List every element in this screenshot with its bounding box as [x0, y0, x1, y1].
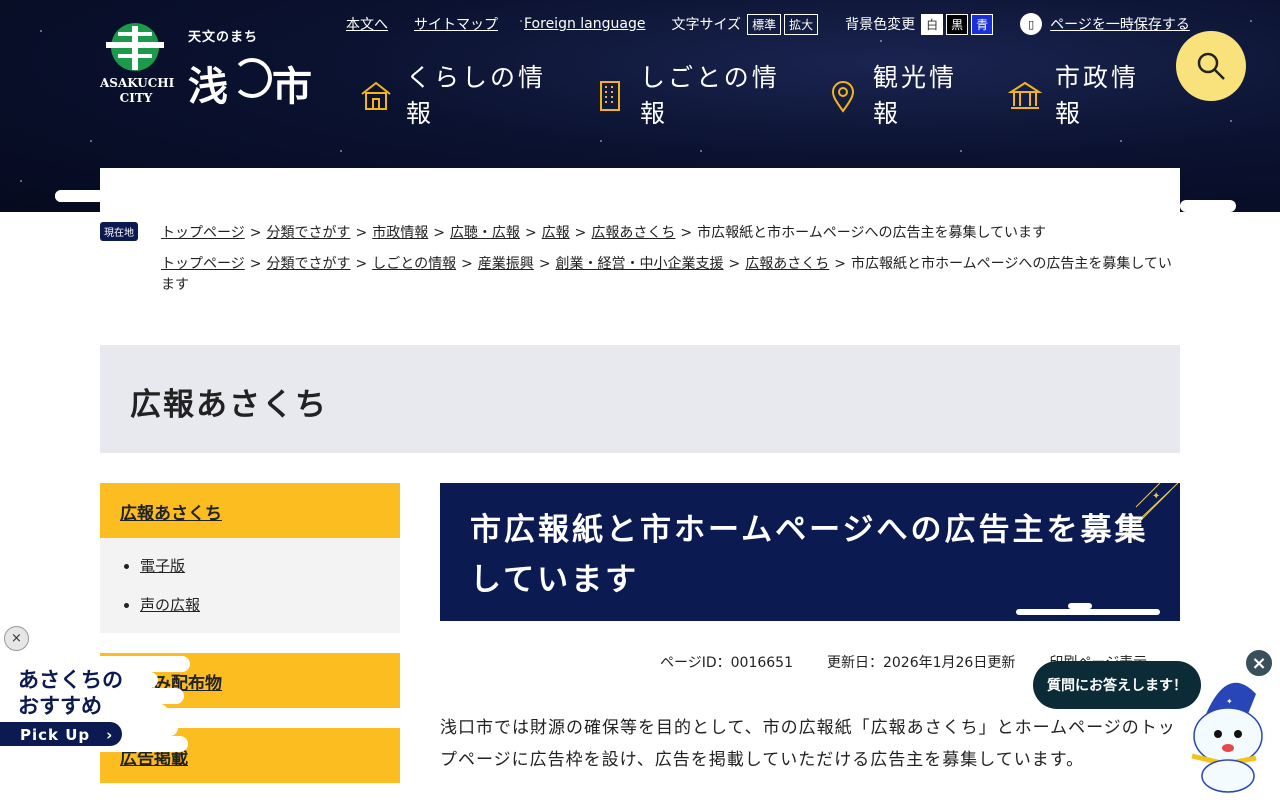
- side-nav-list: 電子版 声の広報: [100, 538, 400, 633]
- side-link-e-book[interactable]: 電子版: [140, 557, 185, 575]
- crumb-link[interactable]: 広報あさくち: [591, 225, 675, 241]
- font-size-label: 文字サイズ: [671, 17, 742, 33]
- updated-date: 更新日：2026年1月26日更新: [826, 655, 1016, 671]
- utility-bar: 本文へ サイトマップ Foreign language 文字サイズ 標準 拡大 …: [346, 12, 1190, 36]
- map-pin-icon: [831, 81, 855, 113]
- article-title: 市広報紙と市ホームページへの広告主を募集しています: [470, 512, 1149, 598]
- crumb-sep: >: [249, 256, 262, 272]
- crumb-link[interactable]: しごとの情報: [372, 256, 456, 272]
- moon-icon: [232, 58, 272, 98]
- crumb-sep: >: [249, 225, 262, 241]
- crumb-sep: >: [433, 225, 445, 241]
- city-emblem-icon: [106, 23, 164, 71]
- global-nav: くらしの情報 しごとの情報 観光情報 市政情報: [358, 60, 1167, 132]
- gnav-work[interactable]: しごとの情報: [592, 60, 825, 132]
- foreign-language-link[interactable]: Foreign language: [524, 16, 645, 32]
- sitemap-link[interactable]: サイトマップ: [414, 14, 498, 34]
- crumb-link[interactable]: 市政情報: [372, 225, 428, 241]
- crumb-sep: >: [538, 256, 551, 272]
- crumb-link[interactable]: 分類でさがす: [266, 225, 350, 241]
- font-size-large-button[interactable]: 拡大: [784, 13, 819, 35]
- crumb-sep: >: [574, 225, 587, 241]
- logo-english: ASAKUCHI CITY: [100, 76, 175, 106]
- search-button[interactable]: [1176, 31, 1246, 101]
- font-size-standard-button[interactable]: 標準: [747, 13, 782, 35]
- cloud-decoration: [1068, 603, 1092, 609]
- crumb-current: 市広報紙と市ホームページへの広告主を募集しています: [697, 225, 1047, 241]
- search-icon: [1197, 52, 1225, 80]
- bg-blue-button[interactable]: 青: [971, 13, 994, 35]
- crumb-link[interactable]: トップページ: [161, 225, 245, 241]
- breadcrumb-2: トップページ > 分類でさがす > しごとの情報 > 産業振興 > 創業・経営・中小企業支援 > 広…: [161, 254, 1181, 296]
- site-logo[interactable]: ASAKUCHI CITY 天文のまち 浅 市: [100, 20, 330, 110]
- cloud-decoration: [1180, 200, 1236, 212]
- city-hall-icon: [1007, 81, 1043, 109]
- skip-link[interactable]: 本文へ: [346, 14, 388, 34]
- bg-white-button[interactable]: 白: [921, 13, 944, 35]
- gnav-work-label: しごとの情報: [640, 63, 780, 128]
- svg-text:✦: ✦: [1226, 697, 1233, 706]
- gnav-city-admin[interactable]: 市政情報: [1007, 60, 1167, 132]
- article-title-box: ✦ ✦ 市広報紙と市ホームページへの広告主を募集しています: [440, 483, 1180, 621]
- list-item: 声の広報: [140, 595, 400, 615]
- crumb-sep: >: [461, 256, 473, 272]
- gnav-city-admin-label: 市政情報: [1055, 63, 1140, 128]
- crumb-sep: >: [355, 225, 368, 241]
- chatbot-bubble[interactable]: 質問にお答えします！: [1033, 661, 1201, 709]
- page-id: ページID：0016651: [660, 655, 793, 671]
- side-link-voice[interactable]: 声の広報: [140, 596, 200, 614]
- crumb-sep: >: [355, 256, 368, 272]
- crumb-link[interactable]: トップページ: [161, 256, 245, 272]
- cloud-decoration: [1016, 609, 1160, 615]
- side-nav-head: 広報あさくち: [100, 483, 400, 538]
- pickup-button[interactable]: Pick Up ›: [0, 722, 122, 746]
- bg-black-button[interactable]: 黒: [946, 13, 969, 35]
- gnav-tourism-label: 観光情報: [873, 63, 958, 128]
- chatbot-mascot-icon[interactable]: ✦: [1186, 674, 1270, 794]
- building-icon: [600, 81, 620, 111]
- category-title-band: 広報あさくち: [100, 345, 1180, 453]
- crumb-link[interactable]: 創業・経営・中小企業支援: [556, 256, 724, 272]
- crumb-link[interactable]: 産業振興: [478, 256, 534, 272]
- font-size-control: 文字サイズ 標準 拡大: [671, 13, 821, 35]
- save-page[interactable]: ▯ ページを一時保存する: [1020, 13, 1190, 35]
- save-page-link[interactable]: ページを一時保存する: [1050, 14, 1190, 34]
- crumb-link[interactable]: 広報: [542, 225, 570, 241]
- current-location-badge: 現在地: [100, 222, 138, 241]
- crumb-sep: >: [680, 225, 693, 241]
- crumb-link[interactable]: 分類でさがす: [266, 256, 350, 272]
- gnav-tourism[interactable]: 観光情報: [825, 60, 1007, 132]
- svg-text:✦: ✦: [1152, 491, 1160, 502]
- pickup-title-line2: おすすめ: [18, 694, 102, 718]
- bg-color-label: 背景色変更: [845, 17, 916, 33]
- crumb-sep: >: [524, 225, 537, 241]
- crumb-link[interactable]: 広聴・広報: [450, 225, 520, 241]
- content-top-edge: [100, 168, 1180, 212]
- category-title: 広報あさくち: [130, 387, 328, 423]
- pickup-close-button[interactable]: ×: [4, 626, 29, 651]
- crumb-sep: >: [834, 256, 847, 272]
- gnav-living[interactable]: くらしの情報: [358, 60, 592, 132]
- folder-icon: ▯: [1020, 13, 1043, 35]
- logo-en-line1: ASAKUCHI: [100, 76, 175, 90]
- list-item: 電子版: [140, 556, 400, 576]
- gnav-living-label: くらしの情報: [406, 63, 547, 128]
- bg-color-control: 背景色変更 白 黒 青: [845, 13, 996, 35]
- crumb-sep: >: [728, 256, 741, 272]
- cloud-decoration: [55, 190, 165, 202]
- pickup-banner[interactable]: あさくちの おすすめ Pick Up ›: [0, 656, 190, 756]
- side-nav-head-link[interactable]: 広報あさくち: [120, 504, 222, 524]
- logo-en-line2: CITY: [119, 91, 153, 105]
- logo-tagline: 天文のまち: [188, 30, 259, 45]
- breadcrumb-1: トップページ > 分類でさがす > 市政情報 > 広聴・広報 > 広報 > 広報あさくち > 市広報紙と…: [161, 223, 1181, 244]
- article-body: 浅口市では財源の確保等を目的として、市の広報紙「広報あさくち」とホームページのト…: [440, 718, 1176, 770]
- crumb-link[interactable]: 広報あさくち: [745, 256, 829, 272]
- house-icon: [361, 81, 391, 110]
